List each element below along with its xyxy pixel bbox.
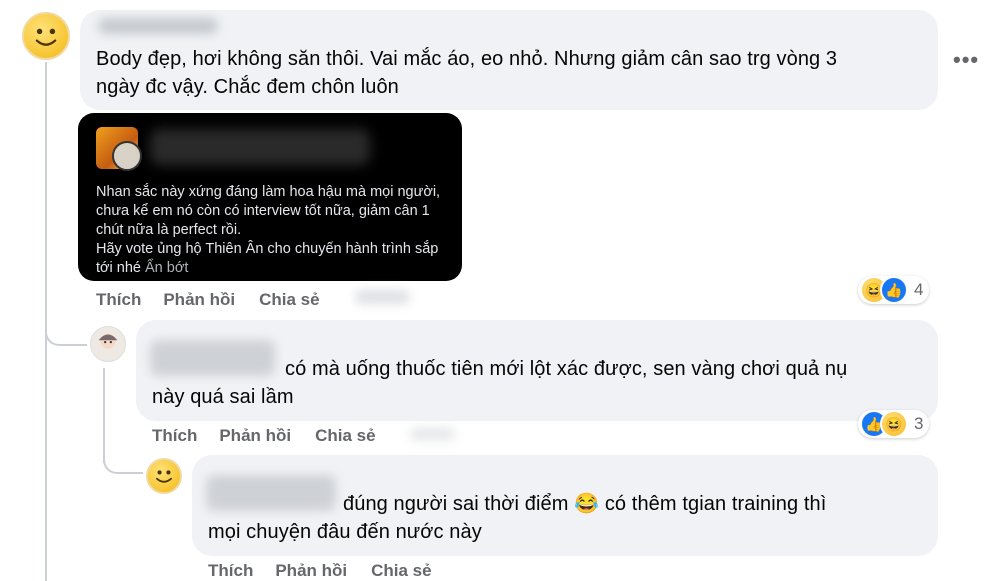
thread-connector [45, 320, 87, 346]
comment-text-line1: Body đẹp, hơi không săn thôi. Vai mắc áo… [96, 48, 838, 70]
avatar[interactable] [22, 12, 70, 60]
comment-text-line2: ngày đc vậy. Chắc đem chôn luôn [96, 76, 399, 98]
comment-text-line2: mọi chuyện đâu đến nước này [208, 521, 482, 543]
screenshot-name-blurred [150, 129, 370, 165]
thread-connector-2 [103, 450, 143, 474]
comment-text-part2: có thêm tgian training thì [604, 493, 827, 515]
comment-text-line2: này quá sai lầm [152, 386, 294, 408]
screenshot-line: chút nữa là perfect rồi. [96, 222, 242, 238]
screenshot-last-line: tới nhé [96, 260, 141, 276]
screenshot-line: Hãy vote ủng hộ Thiên Ân cho chuyến hành… [96, 241, 439, 257]
like-button[interactable]: Thích [152, 426, 197, 446]
like-button[interactable]: Thích [208, 561, 253, 581]
comment-text-part1: đúng người sai thời điểm [343, 493, 569, 515]
screenshot-text: Nhan sắc này xứng đáng làm hoa hậu mà mọ… [96, 183, 456, 278]
commenter-name-blurred[interactable] [98, 18, 218, 34]
see-less-link: Ẩn bớt [145, 260, 189, 276]
tears-of-joy-emoji-icon: 😂 [574, 493, 600, 515]
reply-button[interactable]: Phản hồi [275, 561, 347, 581]
like-button[interactable]: Thích [96, 290, 141, 310]
commenter-name-blurred[interactable] [206, 475, 336, 511]
screenshot-line: Nhan sắc này xứng đáng làm hoa hậu mà mọ… [96, 184, 441, 200]
share-button[interactable]: Chia sẻ [315, 426, 375, 446]
reply-button[interactable]: Phản hồi [163, 290, 235, 310]
avatar[interactable] [146, 458, 182, 494]
thread-line-2 [103, 368, 105, 463]
reaction-count: 3 [914, 414, 924, 433]
share-button[interactable]: Chia sẻ [371, 561, 431, 581]
attached-screenshot[interactable]: Nhan sắc này xứng đáng làm hoa hậu mà mọ… [78, 113, 462, 281]
timestamp-blurred [355, 290, 410, 304]
screenshot-line: chưa kể em nó còn có interview tốt nữa, … [96, 203, 430, 219]
screenshot-line: tới nhé Ẩn bớt [96, 259, 456, 278]
more-options-button[interactable]: ••• [953, 47, 979, 73]
reactions-summary[interactable]: 😆 👍 4 [858, 276, 930, 304]
haha-icon: 😆 [880, 410, 908, 438]
screenshot-avatar-inset [112, 141, 142, 171]
comment-text-line1: có mà uống thuốc tiên mới lột xác được, … [285, 358, 848, 380]
commenter-name-blurred[interactable] [150, 340, 275, 376]
comment-actions: Thích Phản hồi Chia sẻ [96, 290, 320, 310]
comment-actions: Thích Phản hồi Chia sẻ [208, 561, 432, 581]
reactions-summary[interactable]: 👍 😆 3 [858, 410, 930, 438]
comment-actions: Thích Phản hồi Chia sẻ [152, 426, 376, 446]
share-button[interactable]: Chia sẻ [259, 290, 319, 310]
avatar[interactable] [90, 326, 126, 362]
reply-button[interactable]: Phản hồi [219, 426, 291, 446]
like-icon: 👍 [880, 276, 908, 304]
reaction-count: 4 [914, 280, 924, 299]
comment-text-line1: đúng người sai thời điểm 😂 có thêm tgian… [343, 490, 826, 518]
timestamp-blurred [410, 428, 455, 440]
